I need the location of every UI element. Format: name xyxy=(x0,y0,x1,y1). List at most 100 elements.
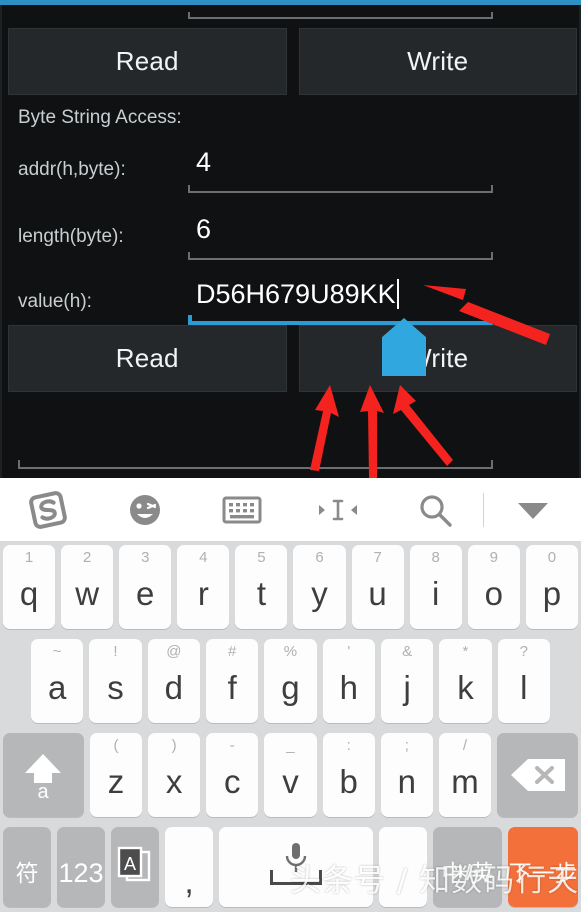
key-k[interactable]: * k xyxy=(439,639,492,723)
key-a[interactable]: ~ a xyxy=(31,639,84,723)
field-addr-label: addr(h,byte): xyxy=(18,159,126,180)
field-value: value(h): D56H679U89KK xyxy=(2,277,581,331)
enter-next-label: 下一步 xyxy=(508,859,578,886)
sogou-logo-icon[interactable] xyxy=(0,478,97,541)
key-f[interactable]: # f xyxy=(205,639,259,723)
backspace-icon xyxy=(510,759,565,791)
write-button-bottom[interactable]: Write xyxy=(298,325,577,392)
chevron-down-icon[interactable] xyxy=(484,478,581,541)
translate-card-icon: A xyxy=(117,846,151,882)
field-length-input[interactable]: 6 xyxy=(188,212,493,260)
key-hint: - xyxy=(229,737,235,754)
cursor-move-icon[interactable] xyxy=(290,478,387,541)
keyboard-icon[interactable] xyxy=(193,478,290,541)
read-button-top[interactable]: Read xyxy=(8,28,287,95)
screen-root: Read Write Byte String Access: addr(h,by… xyxy=(0,0,581,912)
key-hint: 8 xyxy=(431,549,440,566)
field-length-underline xyxy=(188,252,493,260)
key-label: s xyxy=(107,668,124,706)
key-y[interactable]: 6 y xyxy=(293,545,346,629)
keyboard-toolbar xyxy=(0,478,581,541)
key-l[interactable]: ? l xyxy=(497,639,550,723)
field-value-label: value(h): xyxy=(18,291,92,312)
key-d[interactable]: @ d xyxy=(147,639,200,723)
keyboard-row-1: 1 q 2 w 3 e 4 r 5 t 6 y 7 u 8 i 9 o 0 p xyxy=(3,545,578,629)
key-hint: & xyxy=(402,643,413,660)
key-m[interactable]: / m xyxy=(438,733,492,817)
backspace-key[interactable] xyxy=(497,733,578,817)
key-j[interactable]: & j xyxy=(380,639,434,723)
shift-key[interactable]: a xyxy=(3,733,84,817)
key-label: t xyxy=(256,574,266,612)
key-h[interactable]: ' h xyxy=(322,639,375,723)
symbol-key[interactable]: 符 xyxy=(3,827,52,907)
comma-key[interactable]: , xyxy=(165,827,214,907)
key-z[interactable]: ( z xyxy=(89,733,143,817)
key-c[interactable]: - c xyxy=(206,733,259,817)
key-hint: ' xyxy=(347,643,351,660)
field-addr-input[interactable]: 4 xyxy=(188,145,493,193)
key-label: z xyxy=(107,762,125,800)
key-q[interactable]: 1 q xyxy=(3,545,56,629)
key-v[interactable]: _ v xyxy=(264,733,317,817)
key-r[interactable]: 4 r xyxy=(177,545,230,629)
key-t[interactable]: 5 t xyxy=(235,545,288,629)
key-p[interactable]: 0 p xyxy=(525,545,578,629)
write-button-top[interactable]: Write xyxy=(298,28,577,95)
space-key[interactable] xyxy=(219,827,373,907)
key-x[interactable]: ) x xyxy=(148,733,201,817)
field-value-text-wrap: D56H679U89KK xyxy=(196,279,399,310)
key-b[interactable]: : b xyxy=(322,733,375,817)
key-label: u xyxy=(368,574,387,612)
key-hint: ? xyxy=(519,643,528,660)
field-length: length(byte): 6 xyxy=(2,212,581,266)
symbol-key-label: 符 xyxy=(15,859,39,886)
key-g[interactable]: % g xyxy=(264,639,317,723)
key-label: o xyxy=(484,574,503,612)
numeric-key[interactable]: 123 xyxy=(57,827,106,907)
key-label: i xyxy=(432,574,440,612)
field-value-input[interactable]: D56H679U89KK xyxy=(188,277,493,325)
key-hint: _ xyxy=(286,737,295,754)
key-label: n xyxy=(397,762,416,800)
key-n[interactable]: ; n xyxy=(380,733,433,817)
key-label: r xyxy=(197,574,209,612)
keyboard-rows: 1 q 2 w 3 e 4 r 5 t 6 y 7 u 8 i 9 o 0 p … xyxy=(0,541,581,912)
field-addr-underline xyxy=(188,185,493,193)
emoji-icon[interactable] xyxy=(97,478,194,541)
app-content: Read Write Byte String Access: addr(h,by… xyxy=(0,5,581,478)
key-u[interactable]: 7 u xyxy=(351,545,404,629)
key-w[interactable]: 2 w xyxy=(61,545,114,629)
key-hint: 2 xyxy=(82,549,92,566)
key-hint: ; xyxy=(404,737,409,754)
comma-key-label: , xyxy=(184,862,194,900)
key-hint: ! xyxy=(113,643,118,660)
search-icon[interactable] xyxy=(387,478,484,541)
key-hint: @ xyxy=(166,643,182,660)
key-label: g xyxy=(281,668,300,706)
key-hint: % xyxy=(283,643,298,660)
key-label: y xyxy=(311,574,328,612)
key-i[interactable]: 8 i xyxy=(409,545,462,629)
key-e[interactable]: 3 e xyxy=(119,545,172,629)
key-s[interactable]: ! s xyxy=(89,639,142,723)
partial-input-underline-bottom xyxy=(18,460,493,469)
key-hint: 3 xyxy=(141,549,150,566)
shift-key-label: a xyxy=(38,781,50,801)
key-label: c xyxy=(224,762,241,800)
period-key[interactable] xyxy=(378,827,427,907)
read-button-bottom[interactable]: Read xyxy=(8,325,287,392)
key-hint: # xyxy=(227,643,237,660)
top-button-row: Read Write xyxy=(8,28,577,95)
field-length-value: 6 xyxy=(196,214,212,244)
app-area: Read Write Byte String Access: addr(h,by… xyxy=(0,0,581,478)
enter-next-key[interactable]: 下一步 xyxy=(508,827,578,907)
key-label: w xyxy=(75,574,100,612)
key-label: p xyxy=(542,574,562,612)
key-o[interactable]: 9 o xyxy=(467,545,520,629)
key-hint: / xyxy=(462,737,468,754)
key-hint: 0 xyxy=(547,549,557,566)
key-label: f xyxy=(227,668,237,706)
translate-key[interactable]: A xyxy=(111,827,160,907)
language-toggle-key[interactable]: 中/英 xyxy=(432,827,503,907)
